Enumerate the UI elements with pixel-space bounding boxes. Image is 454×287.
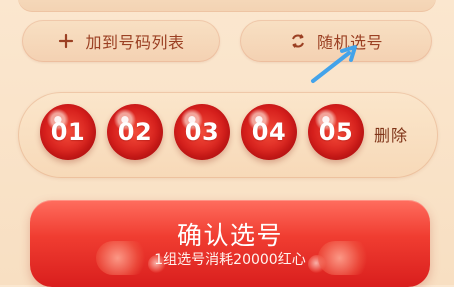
number-ball-02[interactable]: 02 [107, 104, 163, 160]
confirm-pick-title: 确认选号 [176, 221, 283, 250]
number-ball-01[interactable]: 01 [40, 104, 96, 160]
add-to-list-button[interactable]: 加到号码列表 [22, 20, 220, 62]
arrow-icon [311, 45, 357, 83]
number-ball-05[interactable]: 05 [308, 104, 364, 160]
confirm-pick-subtitle: 1组选号消耗20000红心 [154, 252, 306, 268]
delete-button[interactable]: 删除 [374, 122, 408, 146]
plus-icon [57, 32, 75, 50]
confirm-pick-button[interactable]: 确认选号 1组选号消耗20000红心 [30, 200, 430, 287]
top-strip [18, 0, 436, 12]
number-ball-03[interactable]: 03 [174, 104, 230, 160]
add-to-list-label: 加到号码列表 [85, 33, 185, 52]
number-ball-04[interactable]: 04 [241, 104, 297, 160]
